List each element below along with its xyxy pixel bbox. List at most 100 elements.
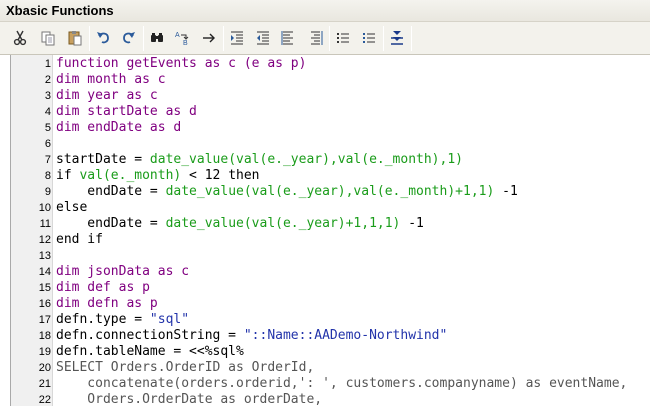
copy-button[interactable] [37,27,59,49]
code-line[interactable]: 10 else [11,200,650,216]
line-number: 22 [38,394,51,406]
line-number: 10 [38,202,51,214]
code-editor[interactable]: 1 function getEvents as c (e as p) 2 dim mo… [10,55,650,406]
goto-button[interactable] [198,27,220,49]
code-token: date_value(val(e._year),val(e._month)+1,… [165,184,495,199]
line-code: SELECT Orders.OrderID as OrderId, [56,360,314,375]
line-number: 18 [38,330,51,342]
line-code: defn.connectionString = "::Name::AADemo-… [56,328,447,343]
comment-button[interactable] [332,27,354,49]
line-number: 15 [38,282,51,294]
line-code: dim endDate as d [56,120,181,135]
code-line[interactable]: 18 defn.connectionString = "::Name::AADem… [11,328,650,344]
code-token: -1 [494,184,518,199]
line-code: defn.tableName = <<%sql% [56,344,244,359]
line-number: 7 [44,154,51,166]
line-number: 3 [44,90,51,102]
line-number: 19 [38,346,51,358]
line-code: dim year as c [56,88,158,103]
code-line[interactable]: 16 dim defn as p [11,296,650,312]
line-code: Orders.OrderDate as orderDate, [56,392,322,406]
code-token: date_value(val(e._year)+1,1,1) [165,216,401,231]
copy-icon [41,31,55,46]
code-line[interactable]: 3 dim year as c [11,88,650,104]
code-line[interactable]: 8 if val(e._month) < 12 then [11,168,650,184]
code-line[interactable]: 15 dim def as p [11,280,650,296]
code-token: "::Name::AADemo-Northwind" [243,328,448,343]
outdent-icon [257,31,269,45]
code-line[interactable]: 13 [11,248,650,264]
line-code: endDate = date_value(val(e._year),val(e.… [56,184,518,199]
line-number: 2 [44,74,51,86]
code-token: date_value(val(e._year),val(e._month),1) [149,152,463,167]
code-line[interactable]: 11 endDate = date_value(val(e._year)+1,1… [11,216,650,232]
replace-button[interactable]: AB [172,27,194,49]
paste-button[interactable] [64,27,86,49]
line-number: 4 [44,106,51,118]
line-code: dim def as p [56,280,150,295]
code-token: if [56,168,80,183]
align-right-button[interactable] [304,27,326,49]
align-left-icon [281,31,293,45]
line-code: dim jsonData as c [56,264,189,279]
outdent-button[interactable] [252,27,274,49]
line-number: 20 [38,362,51,374]
goto-icon [203,33,215,43]
cut-button[interactable] [9,27,31,49]
code-line[interactable]: 9 endDate = date_value(val(e._year),val(… [11,184,650,200]
code-token: Orders.OrderDate as orderDate, [56,392,323,406]
align-right-icon [311,31,323,45]
code-line[interactable]: 14 dim jsonData as c [11,264,650,280]
code-line[interactable]: 12 end if [11,232,650,248]
code-line[interactable]: 22 Orders.OrderDate as orderDate, [11,392,650,406]
code-token: end if [56,232,103,247]
line-number: 9 [44,186,51,198]
code-line[interactable]: 19 defn.tableName = <<%sql% [11,344,650,360]
line-number: 5 [44,122,51,134]
comment-icon [337,33,349,43]
line-number: 1 [44,58,51,70]
undo-button[interactable] [92,27,114,49]
redo-icon [123,32,135,44]
code-line[interactable]: 6 [11,136,650,152]
code-token: dim def as p [56,280,150,295]
code-token: "sql" [149,312,190,327]
code-token: defn.connectionString = [56,328,244,343]
redo-button[interactable] [118,27,140,49]
code-token: startDate = [56,152,150,167]
line-code: else [56,200,87,215]
code-token: dim endDate as d [56,120,182,135]
undo-icon [97,32,109,44]
toolbar: AB [0,22,650,55]
line-number: 16 [38,298,51,310]
indent-button[interactable] [226,27,248,49]
code-token: dim startDate as d [56,104,197,119]
line-code: concatenate(orders.orderid,': ', custome… [56,376,627,391]
find-icon [151,33,163,42]
code-line[interactable]: 1 function getEvents as c (e as p) [11,56,650,72]
code-token: else [56,200,88,215]
code-line[interactable]: 21 concatenate(orders.orderid,': ', cust… [11,376,650,392]
line-number: 11 [39,218,51,230]
code-line[interactable]: 7 startDate = date_value(val(e._year),val… [11,152,650,168]
code-line[interactable]: 2 dim month as c [11,72,650,88]
code-line[interactable]: 5 dim endDate as d [11,120,650,136]
code-token: < 12 then [181,168,260,183]
find-button[interactable] [146,27,168,49]
align-left-button[interactable] [278,27,300,49]
code-line[interactable]: 4 dim startDate as d [11,104,650,120]
uncomment-button[interactable] [358,27,380,49]
cut-icon [13,30,27,46]
collapse-button[interactable] [386,27,408,49]
line-code: defn.type = "sql" [56,312,189,327]
code-token: concatenate(orders.orderid,': ', custome… [56,376,628,391]
code-token: endDate = [56,184,166,199]
code-token: SELECT Orders.OrderID as OrderId, [56,360,315,375]
window-title: Xbasic Functions [6,3,114,18]
code-line[interactable]: 20 SELECT Orders.OrderID as OrderId, [11,360,650,376]
title-bar: Xbasic Functions [0,0,650,22]
line-code: dim month as c [56,72,166,87]
code-line[interactable]: 17 defn.type = "sql" [11,312,650,328]
line-code: function getEvents as c (e as p) [56,56,306,71]
code-token: val(e._month) [79,168,182,183]
